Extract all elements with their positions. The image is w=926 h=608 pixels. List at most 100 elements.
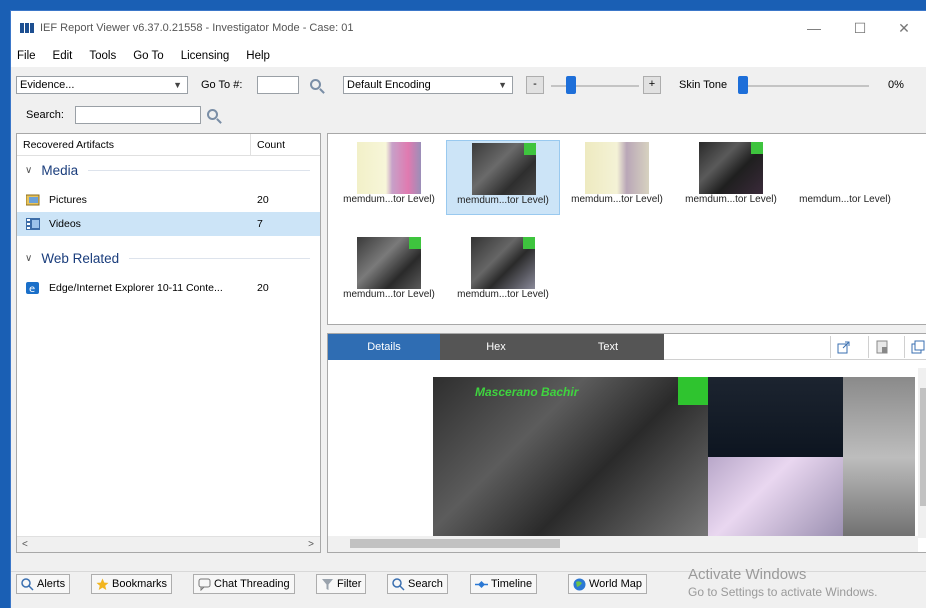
thumbnail-caption: memdum...tor Level) [685, 194, 777, 205]
tab-text[interactable]: Text [552, 334, 664, 360]
chevron-down-icon: ∨ [25, 252, 33, 264]
timeline-button[interactable]: Timeline [470, 574, 538, 594]
thumbnail-item[interactable]: memdum...tor Level) [446, 140, 560, 215]
list-item-edge-ie[interactable]: e Edge/Internet Explorer 10-11 Conte... … [17, 276, 320, 300]
search-button[interactable]: Search [387, 574, 448, 594]
chevron-down-icon: ∨ [25, 164, 33, 176]
encoding-dropdown[interactable]: Default Encoding ▼ [343, 76, 513, 94]
skin-tone-slider-thumb[interactable] [738, 76, 748, 94]
thumbnail-image [472, 143, 536, 195]
chat-threading-label: Chat Threading [214, 578, 290, 590]
group-media[interactable]: ∨ Media [17, 157, 320, 183]
zoom-slider-track[interactable] [551, 85, 639, 87]
tab-details[interactable]: Details [328, 334, 440, 360]
skin-tone-label: Skin Tone [679, 79, 728, 91]
item-label: Edge/Internet Explorer 10-11 Conte... [49, 282, 223, 294]
group-divider [88, 169, 310, 171]
chevron-down-icon: ▼ [498, 80, 507, 90]
search-label: Search: [26, 109, 64, 121]
item-label: Videos [49, 218, 81, 230]
evidence-dropdown[interactable]: Evidence... ▼ [16, 76, 188, 94]
bottom-toolbar: Alerts Bookmarks Chat Threading Filter S… [11, 566, 926, 599]
maximize-button[interactable]: ☐ [837, 11, 883, 45]
preview-horizontal-scrollbar[interactable] [328, 536, 918, 552]
thumbnail-item[interactable]: memdum...tor Level) [332, 235, 446, 310]
thumbnail-caption: memdum...tor Level) [343, 194, 435, 205]
thumbnail-image [357, 142, 421, 194]
col-count[interactable]: Count [257, 139, 285, 151]
menu-goto[interactable]: Go To [133, 50, 163, 62]
column-divider [250, 134, 251, 156]
chat-threading-button[interactable]: Chat Threading [193, 574, 295, 594]
col-recovered-artifacts[interactable]: Recovered Artifacts [23, 139, 114, 151]
bookmark-star-icon [96, 578, 109, 590]
item-count: 7 [257, 218, 263, 230]
timeline-label: Timeline [491, 578, 533, 590]
artifact-tree: Recovered Artifacts Count ∨ Media Pictur… [16, 133, 321, 553]
list-item-pictures[interactable]: Pictures 20 [17, 188, 320, 212]
skin-tone-slider-track[interactable] [741, 85, 869, 87]
left-horizontal-scrollbar[interactable]: < > [17, 536, 320, 552]
search-button-label: Search [408, 578, 443, 590]
goto-search-icon[interactable] [310, 79, 321, 90]
scroll-left-arrow[interactable]: < [22, 539, 28, 550]
goto-input[interactable] [257, 76, 299, 94]
zoom-slider-thumb[interactable] [566, 76, 576, 94]
menu-bar: File Edit Tools Go To Licensing Help [11, 45, 926, 67]
preview-overlay-text: Mascerano Bachir [475, 385, 579, 399]
close-button[interactable]: ✕ [881, 11, 926, 45]
menu-help[interactable]: Help [246, 50, 270, 62]
thumbnail-image [585, 142, 649, 194]
detail-tabs: Details Hex Text [328, 334, 926, 360]
app-window: IEF Report Viewer v6.37.0.21558 - Invest… [10, 10, 926, 608]
ief-logo-icon [20, 23, 34, 33]
tab-hex[interactable]: Hex [440, 334, 552, 360]
edge-ie-icon: e [26, 282, 39, 294]
scroll-thumb[interactable] [350, 539, 560, 548]
search-input[interactable] [75, 106, 201, 124]
thumbnail-image [813, 142, 877, 194]
thumbnail-gallery: memdum...tor Level) memdum...tor Level) … [327, 133, 926, 325]
skin-tone-value: 0% [888, 79, 904, 91]
thumbnail-item[interactable]: memdum...tor Level) [560, 140, 674, 215]
detail-pane: Details Hex Text Mascerano Bachir [327, 333, 926, 553]
zoom-minus-button[interactable]: - [526, 76, 544, 94]
preview-vertical-scrollbar[interactable] [918, 368, 926, 538]
new-window-icon[interactable] [904, 336, 926, 358]
thumbnail-image [357, 237, 421, 289]
scroll-thumb[interactable] [920, 388, 926, 506]
filter-button[interactable]: Filter [316, 574, 367, 594]
menu-file[interactable]: File [17, 50, 36, 62]
list-item-videos[interactable]: Videos 7 [17, 212, 320, 236]
thumbnail-item[interactable]: memdum...tor Level) [674, 140, 788, 215]
world-map-label: World Map [589, 578, 642, 590]
thumbnail-image [699, 142, 763, 194]
timeline-icon [475, 580, 488, 588]
thumbnail-item[interactable]: memdum...tor Level) [446, 235, 560, 310]
goto-label: Go To #: [201, 79, 243, 91]
thumbnail-caption: memdum...tor Level) [457, 289, 549, 300]
thumbnail-item[interactable]: memdum...tor Level) [788, 140, 902, 215]
search-icon[interactable] [207, 109, 218, 120]
item-count: 20 [257, 282, 269, 294]
globe-icon [573, 578, 586, 590]
alerts-button[interactable]: Alerts [16, 574, 71, 594]
bookmarks-button[interactable]: Bookmarks [91, 574, 173, 594]
menu-licensing[interactable]: Licensing [181, 50, 230, 62]
bookmarks-label: Bookmarks [112, 578, 168, 590]
zoom-plus-button[interactable]: + [643, 76, 661, 94]
report-icon[interactable] [868, 336, 894, 358]
menu-tools[interactable]: Tools [89, 50, 116, 62]
export-icon[interactable] [830, 336, 856, 358]
group-web-related[interactable]: ∨ Web Related [17, 245, 320, 271]
chat-icon [198, 578, 211, 591]
toolbar: Evidence... ▼ Go To #: Default Encoding … [11, 67, 926, 101]
scroll-right-arrow[interactable]: > [308, 539, 314, 550]
videos-icon [26, 218, 40, 230]
menu-edit[interactable]: Edit [53, 50, 73, 62]
thumbnail-caption: memdum...tor Level) [457, 195, 549, 206]
thumbnail-item[interactable]: memdum...tor Level) [332, 140, 446, 215]
minimize-button[interactable]: — [791, 11, 837, 45]
world-map-button[interactable]: World Map [568, 574, 647, 594]
media-preview: Mascerano Bachir [433, 377, 915, 538]
